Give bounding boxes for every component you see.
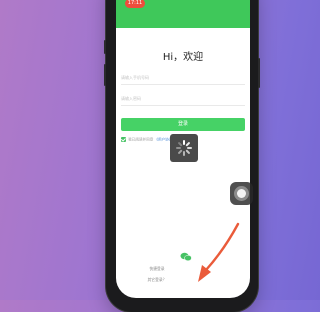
phone-side-button — [104, 64, 106, 86]
phone-power-button — [258, 58, 260, 88]
agree-checkbox[interactable] — [121, 137, 126, 142]
spinner-icon — [176, 147, 181, 149]
loading-overlay — [170, 134, 198, 162]
quick-login-label[interactable]: 快捷登录 — [0, 266, 314, 272]
other-login-link[interactable]: 其它登录？ — [0, 277, 314, 283]
phone-side-button — [104, 40, 106, 54]
wechat-icon[interactable] — [180, 252, 192, 262]
assistive-touch-icon[interactable] — [230, 182, 253, 205]
spinner-icon — [185, 141, 191, 147]
spinner-icon — [177, 149, 183, 155]
spinner-icon — [183, 151, 185, 156]
spinner-icon — [185, 149, 191, 155]
login-button[interactable]: 登录 — [121, 118, 245, 131]
spinner-icon — [177, 141, 183, 147]
agreement-prefix: 我已阅读并同意 — [128, 137, 154, 142]
spinner-icon — [187, 147, 192, 149]
